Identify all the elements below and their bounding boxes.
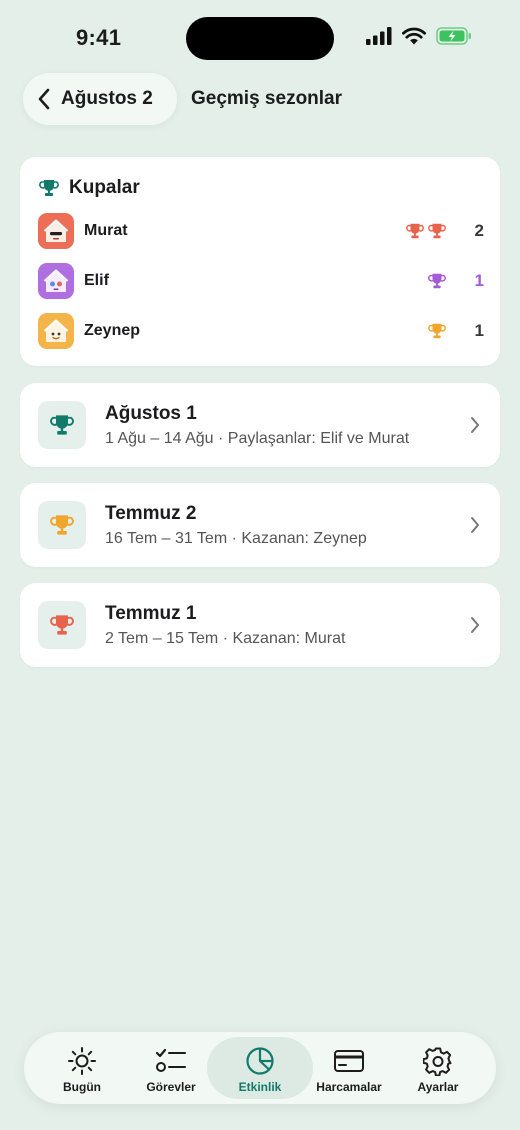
rank-count: 1: [474, 271, 484, 290]
trophy-marks: [428, 322, 446, 340]
back-button[interactable]: Ağustos 2: [23, 73, 177, 125]
trophy-icon: [406, 223, 424, 239]
trophy-icon: [428, 223, 446, 239]
tab-label: Görevler: [146, 1080, 196, 1094]
season-card-temmuz-2[interactable]: Temmuz 2 16 Tem – 31 Tem · Kazanan: Zeyn…: [20, 483, 500, 567]
avatar: [38, 313, 74, 349]
trophy-header: Kupalar: [39, 177, 140, 199]
tab-label: Bugün: [63, 1080, 101, 1094]
battery-icon: [436, 27, 471, 45]
season-title: Temmuz 1: [105, 603, 197, 624]
wifi-icon: [402, 27, 426, 45]
page-title: Geçmiş sezonlar: [191, 88, 343, 109]
season-subtitle: 2 Tem – 15 Tem · Kazanan: Murat: [105, 630, 346, 647]
rank-name: Murat: [84, 222, 128, 239]
season-trophy-badge: [38, 501, 86, 549]
tab-ayarlar[interactable]: Ayarlar: [385, 1037, 491, 1099]
house-avatar-icon: [43, 269, 69, 292]
checklist-icon: [155, 1048, 186, 1072]
status-icons: [366, 27, 472, 45]
trophy-icon: [428, 323, 446, 339]
leaderboard-row: Zeynep 1: [38, 313, 484, 349]
sun-icon: [68, 1047, 96, 1075]
chevron-right-icon: [471, 417, 479, 433]
house-avatar-icon: [43, 319, 69, 342]
chevron-right-icon: [471, 517, 479, 533]
status-bar: 9:41: [0, 0, 520, 76]
rank-count: 1: [474, 321, 484, 340]
season-title: Temmuz 2: [105, 503, 197, 524]
trophy-marks: [428, 272, 446, 290]
season-title: Ağustos 1: [105, 403, 197, 424]
trophy-icon: [50, 615, 74, 635]
avatar: [38, 263, 74, 299]
dynamic-island: [186, 17, 334, 60]
season-trophy-badge: [38, 601, 86, 649]
gear-icon: [423, 1047, 452, 1076]
season-subtitle: 16 Tem – 31 Tem · Kazanan: Zeynep: [105, 530, 367, 547]
season-subtitle: 1 Ağu – 14 Ağu · Paylaşanlar: Elif ve Mu…: [105, 430, 410, 447]
chevron-left-icon: [38, 88, 50, 110]
trophy-icon: [50, 415, 74, 435]
trophy-summary-card: Kupalar Murat 2 Elif 1 Zeynep 1: [20, 157, 500, 366]
trophy-marks: [406, 222, 446, 240]
tab-label: Etkinlik: [238, 1080, 282, 1094]
tab-bar: Bugün Görevler Etkinlik Harcamalar Ayarl…: [24, 1032, 496, 1104]
leaderboard-row: Elif 1: [38, 263, 484, 299]
trophy-icon: [39, 180, 59, 196]
trophy-icon: [50, 515, 74, 535]
card-icon: [334, 1050, 364, 1072]
avatar: [38, 213, 74, 249]
rank-name: Zeynep: [84, 322, 141, 339]
season-card-temmuz-1[interactable]: Temmuz 1 2 Tem – 15 Tem · Kazanan: Murat: [20, 583, 500, 667]
rank-name: Elif: [84, 272, 109, 289]
pie-chart-icon: [246, 1047, 274, 1075]
tab-label: Ayarlar: [417, 1080, 459, 1094]
back-button-label: Ağustos 2: [61, 88, 153, 109]
house-avatar-icon: [43, 219, 69, 242]
status-time: 9:41: [76, 25, 122, 50]
signal-icon: [366, 27, 392, 45]
leaderboard-row: Murat 2: [38, 213, 484, 249]
rank-count: 2: [474, 221, 484, 240]
trophy-icon: [428, 273, 446, 289]
season-card-agustos-1[interactable]: Ağustos 1 1 Ağu – 14 Ağu · Paylaşanlar: …: [20, 383, 500, 467]
chevron-right-icon: [471, 617, 479, 633]
trophy-title: Kupalar: [69, 177, 140, 198]
tab-label: Harcamalar: [316, 1080, 382, 1094]
season-trophy-badge: [38, 401, 86, 449]
